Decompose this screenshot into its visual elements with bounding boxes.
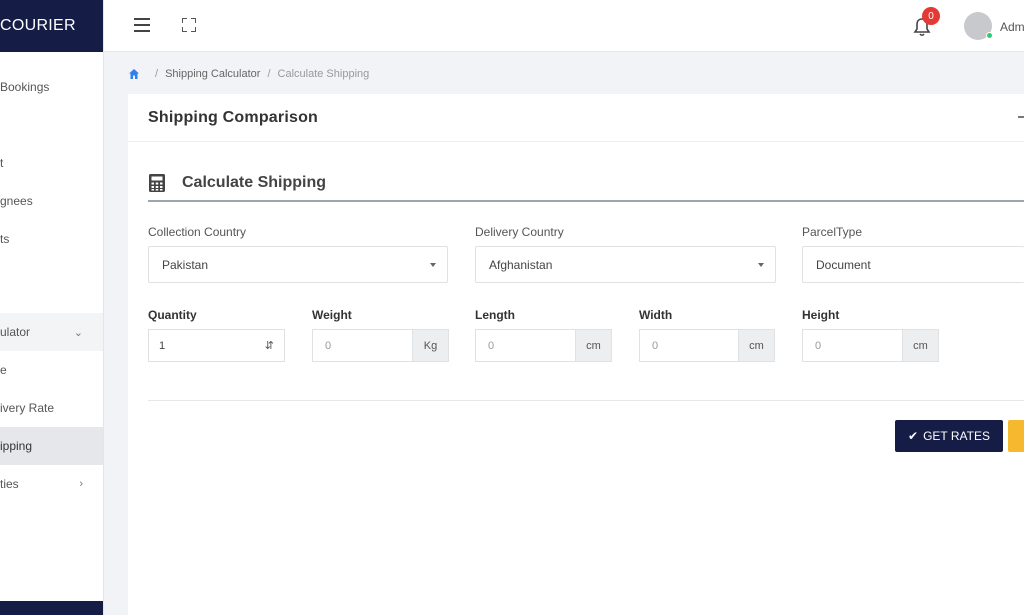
weight-input[interactable]: 0 — [312, 329, 412, 362]
notification-badge: 0 — [922, 7, 940, 25]
sidebar-subitem-delivery-rate[interactable]: ivery Rate — [0, 389, 103, 427]
sidebar-item-shipping-calculator[interactable]: ulator ⌄ — [0, 313, 103, 351]
shipping-comparison-card: Shipping Comparison Calculate Shipping C… — [128, 94, 1024, 615]
online-status-dot — [986, 32, 993, 39]
sidebar-subitem-calculate-shipping[interactable]: ipping — [0, 427, 103, 465]
get-rates-button[interactable]: ✔ GET RATES — [895, 420, 1003, 452]
form-divider — [148, 400, 1024, 401]
width-label: Width — [639, 308, 673, 322]
spinner-icon[interactable]: ⇵ — [265, 339, 274, 352]
sidebar-item-label: e — [0, 363, 7, 377]
breadcrumb-separator: / — [155, 68, 159, 80]
caret-down-icon — [430, 263, 436, 267]
sidebar-item-label: ts — [0, 232, 10, 246]
sidebar-item-consignees[interactable]: gnees — [0, 182, 103, 220]
check-icon: ✔ — [908, 429, 919, 443]
sidebar-item-bookings[interactable]: Bookings — [0, 68, 103, 106]
sidebar-spacer — [0, 106, 103, 122]
sidebar-spacer — [0, 258, 103, 313]
height-input[interactable]: 0 — [802, 329, 902, 362]
menu-toggle-icon[interactable] — [134, 18, 150, 32]
sidebar-item-label: ulator — [0, 325, 31, 339]
get-rates-label: GET RATES — [923, 429, 990, 443]
height-input-group: 0 cm — [802, 329, 939, 362]
breadcrumb-parent-link[interactable]: Shipping Calculator — [165, 68, 260, 80]
sidebar-item-label: ipping — [0, 439, 33, 453]
sidebar-item-label: ivery Rate — [0, 401, 55, 415]
length-unit: cm — [575, 329, 612, 362]
collapse-icon[interactable] — [1018, 116, 1024, 118]
top-header: 0 Adm — [104, 0, 1024, 52]
caret-down-icon — [758, 263, 764, 267]
weight-unit: Kg — [412, 329, 449, 362]
sidebar-item-utilities[interactable]: ties › — [0, 465, 103, 503]
secondary-action-button[interactable] — [1008, 420, 1024, 452]
parcel-type-select[interactable]: Document — [802, 246, 1024, 283]
sidebar-item-4[interactable]: ts — [0, 220, 103, 258]
section-header: Calculate Shipping — [148, 166, 1024, 202]
width-unit: cm — [738, 329, 775, 362]
delivery-country-label: Delivery Country — [475, 225, 564, 239]
width-input[interactable]: 0 — [639, 329, 738, 362]
length-input-group: 0 cm — [475, 329, 612, 362]
length-input[interactable]: 0 — [475, 329, 575, 362]
sidebar: COURIER Bookings t gnees ts ulator ⌄ e i… — [0, 0, 104, 615]
avatar[interactable] — [964, 12, 993, 40]
fullscreen-icon[interactable] — [182, 18, 196, 32]
length-label: Length — [475, 308, 515, 322]
quantity-stepper[interactable]: 1 ⇵ — [148, 329, 285, 362]
sidebar-item-2[interactable]: t — [0, 144, 103, 182]
weight-input-group: 0 Kg — [312, 329, 449, 362]
weight-label: Weight — [312, 308, 352, 322]
parcel-type-value: Document — [816, 257, 871, 272]
parcel-type-label: ParcelType — [802, 225, 863, 239]
home-icon[interactable] — [128, 68, 140, 80]
height-label: Height — [802, 308, 840, 322]
delivery-country-select[interactable]: Afghanistan — [475, 246, 776, 283]
brand-logo[interactable]: COURIER — [0, 0, 103, 52]
card-header: Shipping Comparison — [128, 94, 1024, 142]
card-title: Shipping Comparison — [148, 108, 319, 126]
sidebar-item-label: Bookings — [0, 80, 50, 94]
chevron-down-icon: ⌄ — [73, 326, 83, 339]
sidebar-item-label: ties — [0, 477, 19, 491]
breadcrumb-current: Calculate Shipping — [277, 68, 370, 80]
width-input-group: 0 cm — [639, 329, 775, 362]
collection-country-value: Pakistan — [162, 257, 209, 272]
sidebar-menu: Bookings t gnees ts ulator ⌄ e ivery Rat… — [0, 52, 103, 503]
chevron-right-icon: › — [79, 478, 83, 490]
delivery-country-value: Afghanistan — [489, 257, 553, 272]
collection-country-select[interactable]: Pakistan — [148, 246, 448, 283]
quantity-value: 1 — [159, 339, 166, 352]
sidebar-subitem-rate[interactable]: e — [0, 351, 103, 389]
height-unit: cm — [902, 329, 939, 362]
breadcrumb-separator: / — [267, 68, 271, 80]
sidebar-item-label: t — [0, 156, 4, 170]
quantity-label: Quantity — [148, 308, 197, 322]
sidebar-item-label: gnees — [0, 194, 33, 208]
calculator-icon — [149, 174, 165, 192]
brand-name: COURIER — [0, 17, 76, 34]
section-title: Calculate Shipping — [182, 174, 327, 191]
user-name[interactable]: Adm — [1000, 20, 1024, 34]
collection-country-label: Collection Country — [148, 225, 247, 239]
sidebar-footer — [0, 601, 103, 615]
breadcrumb: / Shipping Calculator / Calculate Shippi… — [128, 64, 369, 84]
